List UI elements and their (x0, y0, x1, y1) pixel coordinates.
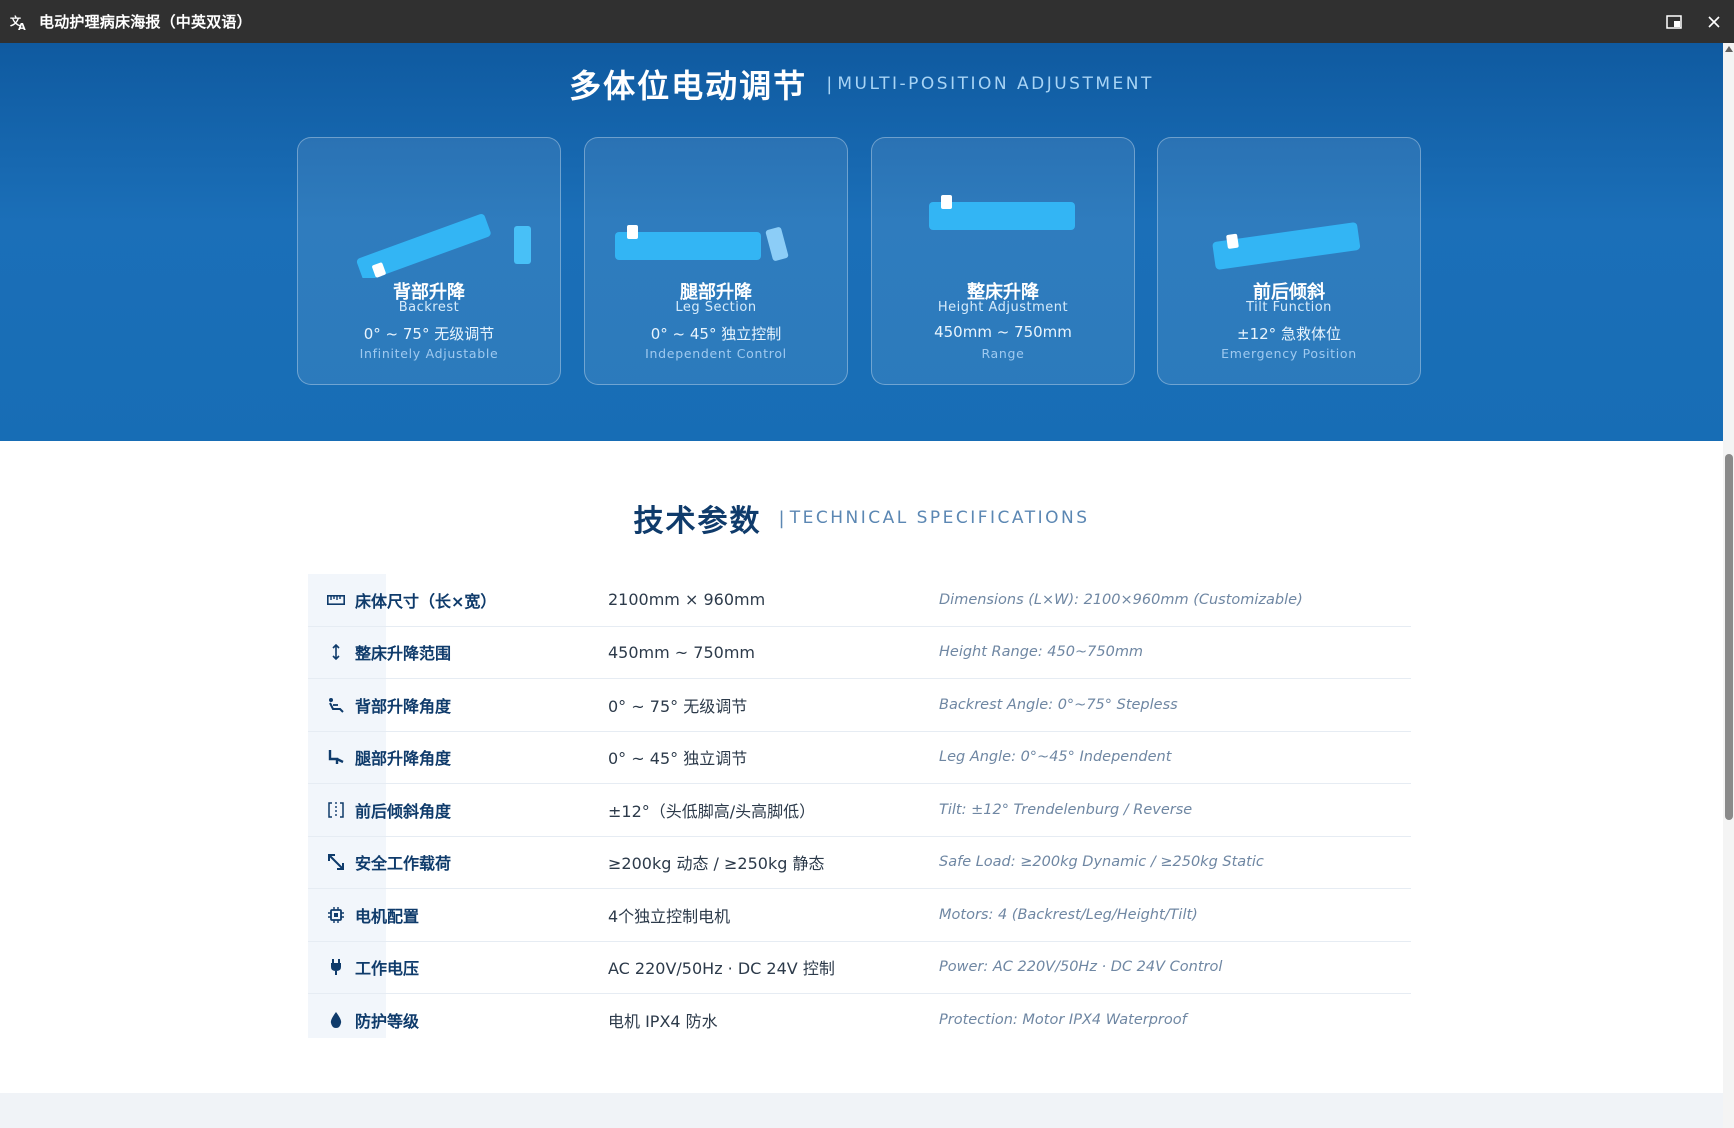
spec-value: 2100mm × 960mm (608, 590, 766, 610)
spec-label: 床体尺寸（长×宽） (355, 591, 497, 611)
spec-label: 腿部升降角度 (355, 749, 452, 769)
feature-card-leg-section: 腿部升降 Leg Section 0° ~ 45° 独立控制 Independe… (584, 137, 848, 385)
feature-card-tilt: 前后倾斜 Tilt Function ±12° 急救体位 Emergency P… (1157, 137, 1421, 385)
window-titlebar: 文 A 电动护理病床海报（中英双语） (0, 0, 1734, 43)
hero-title-zh: 多体位电动调节 (569, 67, 808, 105)
close-icon[interactable] (1694, 0, 1734, 43)
spec-en: Safe Load: ≥200kg Dynamic / ≥250kg Stati… (939, 854, 1264, 871)
feature-card-title-en: Tilt Function (1246, 300, 1332, 315)
window-controls (1654, 0, 1734, 43)
reclining-seat-icon (326, 679, 346, 730)
spec-value: 0° ~ 75° 无级调节 (608, 696, 748, 716)
vertical-scrollbar[interactable] (1723, 43, 1734, 1128)
spec-en: Protection: Motor IPX4 Waterproof (939, 1011, 1187, 1028)
table-row: 安全工作载荷 ≥200kg 动态 / ≥250kg 静态 Safe Load: … (308, 837, 1411, 889)
feature-card-note: Range (981, 346, 1025, 361)
feature-card-title-en: Backrest (398, 300, 460, 315)
spec-label: 工作电压 (355, 959, 420, 979)
feature-card-value: 0° ~ 45° 独立控制 (650, 325, 782, 343)
spec-en: Power: AC 220V/50Hz · DC 24V Control (939, 959, 1223, 976)
tilt-bed-icon (1158, 138, 1420, 278)
spec-label: 电机配置 (355, 906, 420, 926)
feature-card-note: Emergency Position (1221, 346, 1357, 361)
vertical-arrows-icon (326, 627, 346, 678)
feature-card-note: Independent Control (645, 346, 787, 361)
spec-en: Height Range: 450~750mm (939, 644, 1144, 661)
spec-label: 防护等级 (355, 1011, 420, 1031)
chip-icon (326, 889, 346, 940)
spec-label: 前后倾斜角度 (355, 801, 452, 821)
footer-band (0, 1093, 1723, 1128)
feature-card-value: 450mm ~ 750mm (934, 323, 1072, 341)
table-row: 背部升降角度 0° ~ 75° 无级调节 Backrest Angle: 0°~… (308, 679, 1411, 732)
plug-icon (326, 942, 346, 993)
load-arrows-icon (326, 837, 346, 888)
spec-en: Backrest Angle: 0°~75° Stepless (939, 696, 1178, 713)
spec-en: Tilt: ±12° Trendelenburg / Reverse (939, 801, 1193, 818)
svg-text:A: A (18, 22, 26, 31)
specs-table: 床体尺寸（长×宽） 2100mm × 960mm Dimensions (L×W… (308, 574, 1411, 1046)
table-row: 整床升降范围 450mm ~ 750mm Height Range: 450~7… (308, 627, 1411, 679)
spec-en: Motors: 4 (Backrest/Leg/Height/Tilt) (939, 906, 1198, 923)
hero-heading: 多体位电动调节 | MULTI-POSITION ADJUSTMENT (0, 61, 1723, 107)
specs-title-zh: 技术参数 (633, 504, 762, 539)
table-row: 前后倾斜角度 ±12°（头低脚高/头高脚低） Tilt: ±12° Trende… (308, 784, 1411, 837)
specs-title-separator: | (778, 507, 785, 529)
spec-value: 电机 IPX4 防水 (608, 1011, 718, 1031)
hero-title-en: MULTI-POSITION ADJUSTMENT (837, 74, 1154, 94)
backrest-bed-icon (298, 138, 560, 281)
spec-value: 0° ~ 45° 独立调节 (608, 749, 748, 769)
leg-rest-icon (326, 732, 346, 783)
window-title: 电动护理病床海报（中英双语） (39, 13, 252, 31)
specs-heading: 技术参数 | TECHNICAL SPECIFICATIONS (0, 496, 1723, 540)
spec-value: 450mm ~ 750mm (608, 642, 755, 662)
feature-card-backrest: 背部升降 Backrest 0° ~ 75° 无级调节 Infinitely A… (297, 137, 561, 385)
spec-value: ≥200kg 动态 / ≥250kg 静态 (608, 854, 825, 874)
picture-in-picture-icon[interactable] (1654, 0, 1694, 43)
hero-section: 多体位电动调节 | MULTI-POSITION ADJUSTMENT 背部升降… (0, 43, 1723, 441)
water-drop-icon (326, 994, 346, 1045)
feature-card-title-en: Height Adjustment (937, 300, 1069, 315)
ruler-icon (326, 574, 346, 625)
spec-label: 安全工作载荷 (355, 854, 452, 874)
feature-card-height: 整床升降 Height Adjustment 450mm ~ 750mm Ran… (871, 137, 1135, 385)
table-row: 腿部升降角度 0° ~ 45° 独立调节 Leg Angle: 0°~45° I… (308, 732, 1411, 784)
feature-card-value: 0° ~ 75° 无级调节 (363, 325, 495, 343)
hero-title-separator: | (826, 73, 833, 95)
feature-card-title-en: Leg Section (675, 300, 757, 315)
spec-value: AC 220V/50Hz · DC 24V 控制 (608, 959, 835, 979)
height-bed-icon (872, 138, 1134, 278)
feature-card-value: ±12° 急救体位 (1237, 325, 1341, 343)
spec-value: 4个独立控制电机 (608, 906, 731, 926)
table-row: 电机配置 4个独立控制电机 Motors: 4 (Backrest/Leg/He… (308, 889, 1411, 942)
spec-en: Leg Angle: 0°~45° Independent (939, 749, 1172, 766)
table-row: 工作电压 AC 220V/50Hz · DC 24V 控制 Power: AC … (308, 942, 1411, 994)
translate-icon: 文 A (8, 11, 30, 33)
spec-label: 背部升降角度 (355, 696, 452, 716)
table-row: 床体尺寸（长×宽） 2100mm × 960mm Dimensions (L×W… (308, 574, 1411, 627)
feature-card-note: Infinitely Adjustable (359, 346, 499, 361)
tilt-frame-icon (326, 784, 346, 835)
scrollbar-thumb[interactable] (1725, 454, 1733, 820)
spec-label: 整床升降范围 (355, 644, 452, 664)
spec-en: Dimensions (L×W): 2100×960mm (Customizab… (939, 591, 1303, 608)
leg-section-bed-icon (585, 138, 847, 278)
scroll-up-icon[interactable] (1725, 46, 1733, 52)
spec-value: ±12°（头低脚高/头高脚低） (608, 801, 816, 821)
table-row: 防护等级 电机 IPX4 防水 Protection: Motor IPX4 W… (308, 994, 1411, 1046)
specs-title-en: TECHNICAL SPECIFICATIONS (789, 508, 1090, 528)
